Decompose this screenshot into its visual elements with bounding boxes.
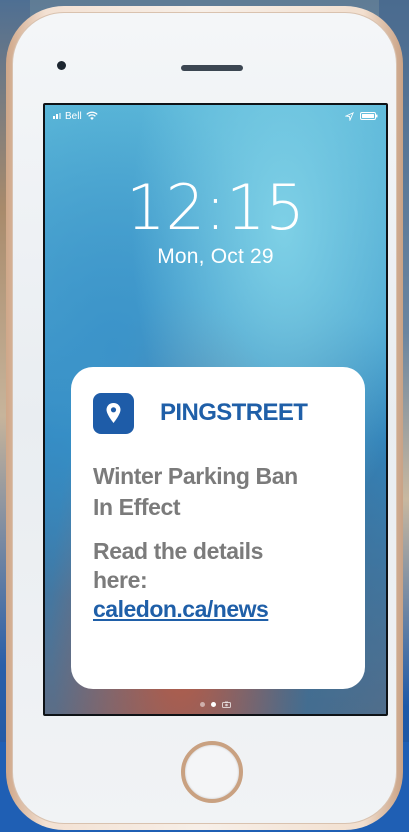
notification-header: PINGSTREET [93,389,343,437]
camera-icon [222,701,231,708]
page-dot-active [211,702,216,707]
page-indicator[interactable] [45,701,386,708]
front-camera [57,61,66,70]
phone-frame: Bell 12:15 Mon, Oct 29 PINGSTREET Winter… [6,6,403,830]
map-pin-icon [106,403,121,423]
lock-screen-wallpaper: Bell 12:15 Mon, Oct 29 PINGSTREET Winter… [45,105,386,714]
home-button[interactable] [181,741,243,803]
notification-title: Winter Parking Ban In Effect [93,463,298,520]
lock-screen-date: Mon, Oct 29 [157,245,274,268]
battery-icon [360,112,378,120]
phone-body: Bell 12:15 Mon, Oct 29 PINGSTREET Winter… [12,12,397,824]
carrier-name: Bell [65,110,82,122]
notification-card[interactable]: PINGSTREET Winter Parking Ban In Effect … [71,367,365,689]
news-link[interactable]: caledon.ca/news [93,595,323,624]
notification-body-text: Read the details here: [93,538,263,593]
notification-body: Read the details here: caledon.ca/news [93,537,323,624]
wifi-icon [86,111,98,120]
status-bar: Bell [53,109,378,123]
signal-icon [53,113,61,119]
page-dot [200,702,205,707]
earpiece-speaker [181,65,243,71]
phone-screen: Bell 12:15 Mon, Oct 29 PINGSTREET Winter… [43,103,388,716]
location-arrow-icon [345,111,354,121]
lock-screen-time: 12:15 [126,171,305,244]
app-icon [93,392,134,434]
app-name: PINGSTREET [160,399,308,426]
